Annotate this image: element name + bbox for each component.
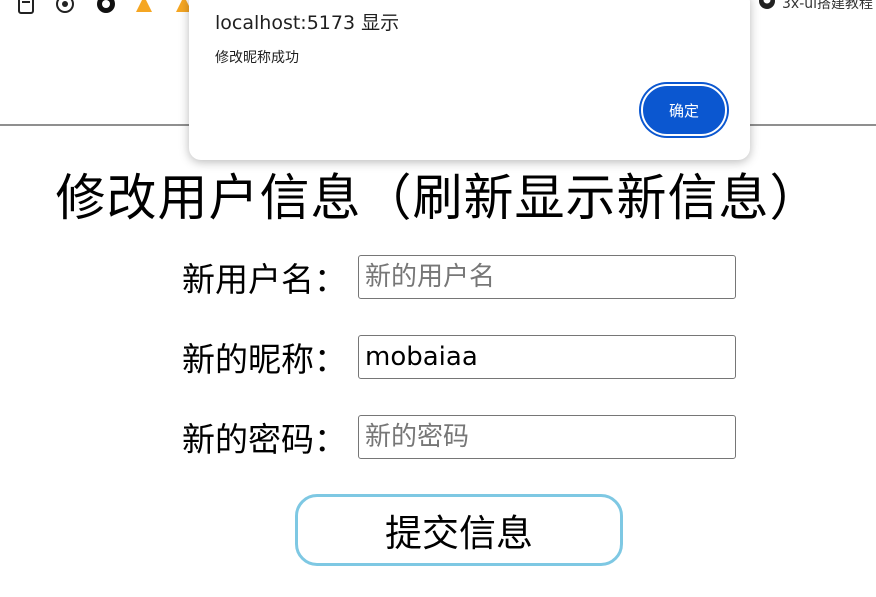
bookmark-3x-ui[interactable]: 3x-ui搭建教程 xyxy=(758,0,873,14)
username-row: 新用户名： xyxy=(182,254,736,300)
submit-button[interactable]: 提交信息 xyxy=(295,494,623,566)
nickname-input[interactable] xyxy=(358,335,736,379)
orange-triangle-icon[interactable] xyxy=(134,0,154,14)
dialog-ok-button[interactable]: 确定 xyxy=(641,84,727,136)
alert-dialog: localhost:5173 显示 修改昵称成功 确定 xyxy=(189,0,750,160)
nickname-row: 新的昵称： xyxy=(182,334,736,380)
password-label: 新的密码： xyxy=(182,420,347,459)
username-label: 新用户名： xyxy=(182,260,347,299)
dialog-message: 修改昵称成功 xyxy=(215,50,299,66)
github-icon xyxy=(758,0,776,14)
page-title: 修改用户信息（刷新显示新信息） xyxy=(55,169,821,227)
bookmark-label: 3x-ui搭建教程 xyxy=(782,0,874,12)
nickname-label: 新的昵称： xyxy=(182,340,347,379)
audio-icon[interactable] xyxy=(55,0,75,14)
password-input[interactable] xyxy=(358,415,736,459)
dialog-title: localhost:5173 显示 xyxy=(215,12,400,34)
username-input[interactable] xyxy=(358,255,736,299)
document-icon[interactable] xyxy=(16,0,36,14)
circle-logo-icon[interactable] xyxy=(96,0,116,14)
password-row: 新的密码： xyxy=(182,414,736,460)
